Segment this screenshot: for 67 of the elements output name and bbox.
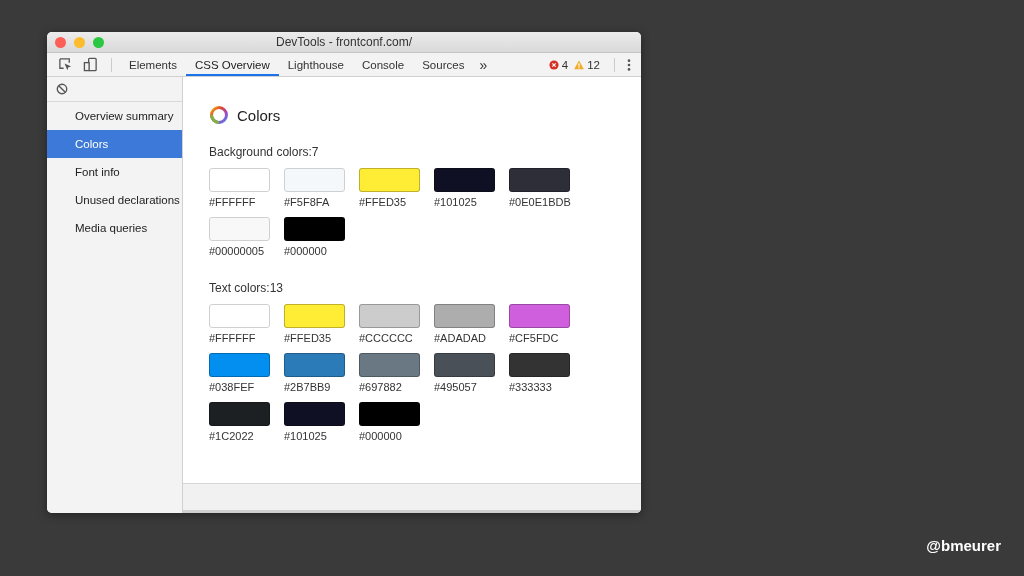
device-toolbar-icon[interactable] bbox=[83, 57, 98, 72]
warning-icon bbox=[574, 59, 585, 70]
color-ring-icon bbox=[209, 105, 229, 125]
panel-tab[interactable]: Lighthouse bbox=[278, 53, 353, 76]
zoom-button[interactable] bbox=[93, 37, 104, 48]
clear-icon[interactable] bbox=[56, 83, 68, 95]
panel-tab[interactable]: Elements bbox=[120, 53, 186, 76]
inspect-icon[interactable] bbox=[58, 57, 73, 72]
color-swatch[interactable] bbox=[209, 304, 270, 328]
color-swatch[interactable] bbox=[209, 353, 270, 377]
color-value: #CF5FDC bbox=[509, 332, 559, 344]
menu-icon[interactable] bbox=[627, 57, 631, 72]
more-tabs-button[interactable]: » bbox=[473, 56, 494, 73]
color-swatch[interactable] bbox=[359, 168, 420, 192]
section-heading: Background colors:7 bbox=[209, 145, 320, 159]
color-value: #00000005 bbox=[209, 245, 265, 257]
sidebar-item[interactable]: Font info bbox=[47, 158, 182, 186]
minimize-button[interactable] bbox=[74, 37, 85, 48]
color-swatch[interactable] bbox=[434, 353, 495, 377]
color-swatch[interactable] bbox=[509, 353, 570, 377]
color-swatch[interactable] bbox=[284, 217, 345, 241]
color-value: #000000 bbox=[359, 430, 402, 442]
color-value: #FFED35 bbox=[284, 332, 332, 344]
color-value: #495057 bbox=[434, 381, 477, 393]
color-value: #333333 bbox=[509, 381, 552, 393]
color-value: #000000 bbox=[284, 245, 327, 257]
error-icon bbox=[548, 59, 559, 70]
section-heading: Text colors:13 bbox=[209, 281, 285, 295]
color-swatch[interactable] bbox=[509, 168, 570, 192]
sidebar-item[interactable]: Media queries bbox=[47, 214, 182, 242]
color-swatch[interactable] bbox=[209, 217, 270, 241]
warning-count: 12 bbox=[587, 58, 600, 71]
color-value: #ADADAD bbox=[434, 332, 486, 344]
color-value: #1C2022 bbox=[209, 430, 254, 442]
color-value: #FFED35 bbox=[359, 196, 407, 208]
color-value: #0E0E1BDB bbox=[509, 196, 571, 208]
color-swatch[interactable] bbox=[359, 304, 420, 328]
author-handle: @bmeurer bbox=[926, 537, 1001, 554]
color-value: #FFFFFF bbox=[209, 332, 256, 344]
color-value: #038FEF bbox=[209, 381, 255, 393]
color-swatch[interactable] bbox=[434, 168, 495, 192]
color-value: #F5F8FA bbox=[284, 196, 330, 208]
window-title: DevTools - frontconf.com/ bbox=[275, 35, 413, 49]
color-swatch[interactable] bbox=[209, 402, 270, 426]
color-swatch[interactable] bbox=[284, 402, 345, 426]
color-swatch[interactable] bbox=[509, 304, 570, 328]
section-title: Colors bbox=[237, 106, 281, 124]
error-count: 4 bbox=[561, 58, 569, 71]
close-button[interactable] bbox=[55, 37, 66, 48]
color-swatch[interactable] bbox=[359, 402, 420, 426]
color-value: #CCCCCC bbox=[359, 332, 413, 344]
color-swatch[interactable] bbox=[284, 304, 345, 328]
panel-tab[interactable]: Console bbox=[353, 53, 414, 76]
color-value: #FFFFFF bbox=[209, 196, 256, 208]
color-swatch[interactable] bbox=[209, 168, 270, 192]
color-swatch[interactable] bbox=[284, 168, 345, 192]
color-swatch[interactable] bbox=[434, 304, 495, 328]
sidebar-item[interactable]: Colors bbox=[47, 130, 182, 158]
color-value: #697882 bbox=[359, 381, 402, 393]
color-value: #101025 bbox=[434, 196, 477, 208]
sidebar-item[interactable]: Unused declarations bbox=[47, 186, 182, 214]
color-swatch[interactable] bbox=[284, 353, 345, 377]
color-swatch[interactable] bbox=[359, 353, 420, 377]
sidebar-item[interactable]: Overview summary bbox=[47, 102, 182, 130]
color-value: #101025 bbox=[284, 430, 327, 442]
panel-tab[interactable]: Sources bbox=[413, 53, 474, 76]
color-value: #2B7BB9 bbox=[284, 381, 331, 393]
